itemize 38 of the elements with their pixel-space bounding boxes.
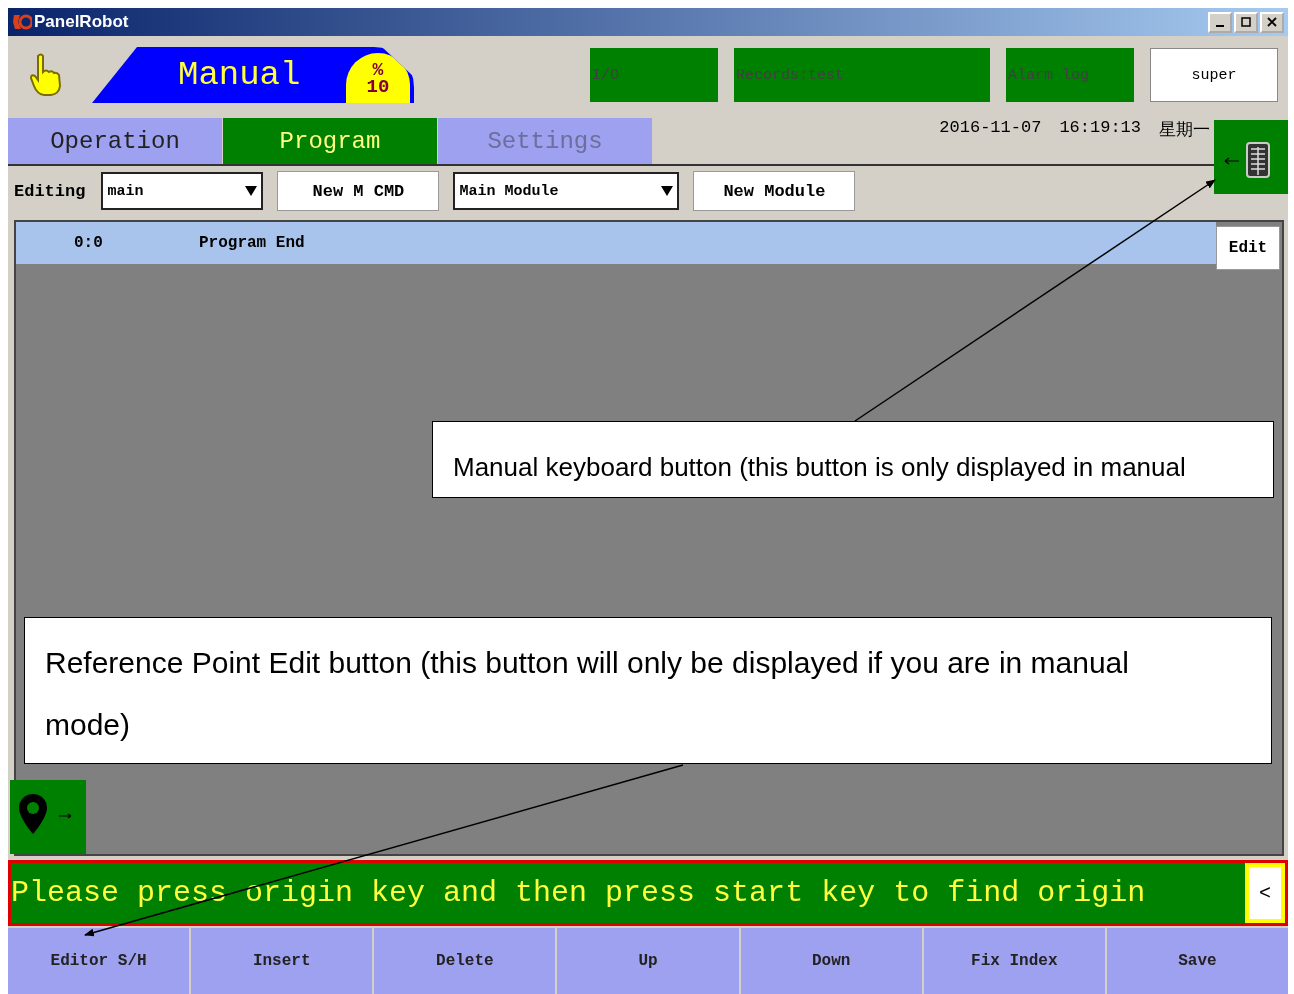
annotation-callout: Reference Point Edit button (this button will only be displayed if you are in manual mode) — [24, 617, 1272, 764]
window-title: PanelRobot — [34, 12, 129, 32]
bottom-button[interactable]: Fix Index — [923, 928, 1105, 994]
bottom-button[interactable]: Up — [557, 928, 739, 994]
bottom-button[interactable]: Down — [740, 928, 922, 994]
maximize-button[interactable] — [1234, 11, 1258, 33]
keyboard-button[interactable] — [1214, 120, 1288, 194]
editing-label: Editing — [14, 181, 86, 201]
logo-icon — [12, 13, 32, 31]
collapse-button[interactable]: < — [1245, 863, 1285, 923]
reference-point-button[interactable] — [10, 780, 86, 854]
bottom-button[interactable]: Editor S/H — [8, 928, 190, 994]
program-dropdown[interactable]: main — [101, 172, 264, 210]
dropdown-arrow-icon — [661, 185, 674, 197]
bottom-button[interactable]: Save — [1106, 928, 1288, 994]
dropdown-arrow-icon — [245, 185, 258, 197]
edit-button[interactable]: Edit — [1216, 226, 1280, 270]
bottom-button[interactable]: Delete — [374, 928, 556, 994]
user-button[interactable]: super — [1150, 48, 1278, 102]
close-icon — [1267, 17, 1277, 27]
close-button[interactable] — [1260, 11, 1284, 33]
bottom-button[interactable]: Insert — [191, 928, 373, 994]
minimize-button[interactable] — [1208, 11, 1232, 33]
message-bar: Please press origin key and then press start key to find origin < — [8, 860, 1288, 926]
tab[interactable]: Operation — [8, 118, 222, 164]
speed-dial[interactable]: % 10 — [346, 53, 410, 105]
module-dropdown[interactable]: Main Module — [453, 172, 680, 210]
program-row[interactable]: 0:0 Program End — [16, 222, 1216, 264]
time-text: 16:19:13 — [1059, 118, 1141, 139]
tab[interactable]: Program — [223, 118, 437, 164]
maximize-icon — [1241, 17, 1251, 27]
annotation-callout: Manual keyboard button (this button is only displayed in manual — [432, 421, 1274, 498]
minimize-icon — [1216, 24, 1224, 27]
new-m-cmd-button[interactable]: New M CMD — [277, 171, 440, 211]
weekday-text: 星期一 — [1159, 120, 1210, 141]
mode-badge: Manual % 10 — [92, 47, 414, 103]
date-text: 2016-11-07 — [939, 118, 1042, 139]
new-module-button[interactable]: New Module — [693, 171, 856, 211]
